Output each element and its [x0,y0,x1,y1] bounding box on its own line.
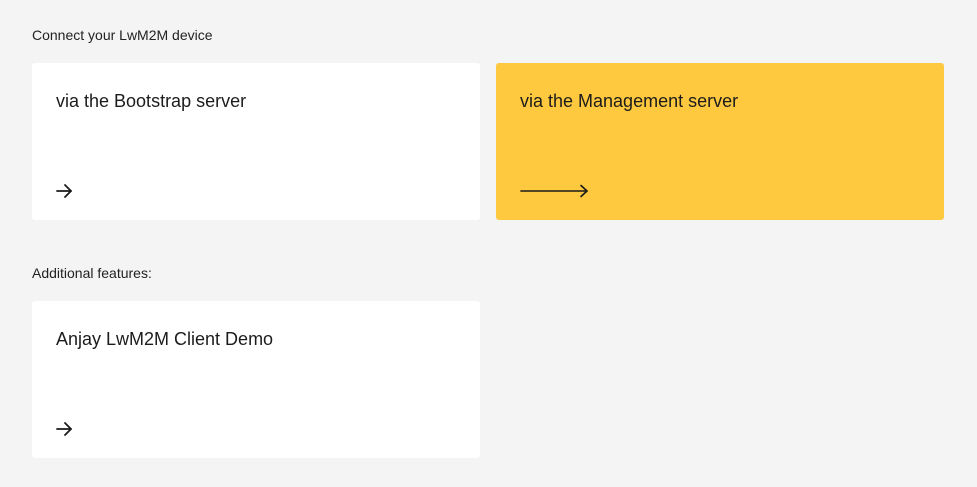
additional-features-heading: Additional features: [32,265,152,281]
arrow-right-icon [56,422,72,436]
connect-device-heading: Connect your LwM2M device [32,27,213,43]
client-demo-card-title: Anjay LwM2M Client Demo [56,329,274,349]
management-server-card-title: via the Management server [520,91,739,111]
arrow-right-icon [56,184,72,198]
bootstrap-server-card[interactable]: via the Bootstrap server [32,63,480,220]
bootstrap-server-card-title: via the Bootstrap server [56,91,247,111]
management-server-card[interactable]: via the Management server [496,63,944,220]
arrow-right-long-icon [520,184,588,198]
client-demo-card[interactable]: Anjay LwM2M Client Demo [32,301,480,458]
